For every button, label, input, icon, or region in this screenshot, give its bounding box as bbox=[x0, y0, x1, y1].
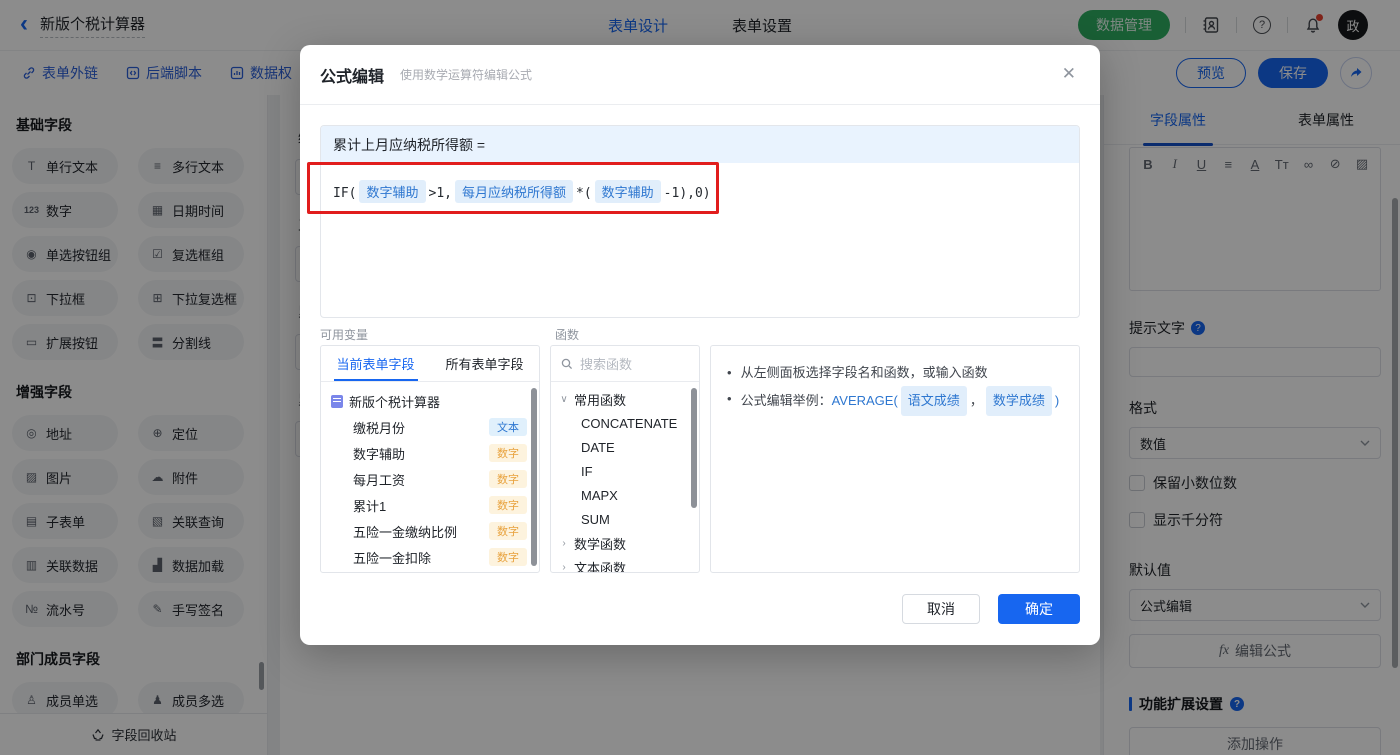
search-placeholder: 搜索函数 bbox=[580, 357, 633, 372]
chevron-collapsed-icon: › bbox=[562, 537, 566, 549]
cancel-button[interactable]: 取消 bbox=[902, 594, 980, 624]
form-tree-root[interactable]: 新版个税计算器 bbox=[321, 388, 539, 414]
close-icon[interactable]: ✕ bbox=[1062, 65, 1076, 82]
type-badge: 文本 bbox=[489, 418, 527, 436]
chevron-collapsed-icon: › bbox=[562, 561, 566, 573]
field-chip[interactable]: 数字辅助 bbox=[594, 180, 661, 203]
help-line-1: 从左侧面板选择字段名和函数，或输入函数 bbox=[740, 365, 988, 380]
function-group-text[interactable]: › 文本函数 bbox=[551, 555, 699, 573]
formula-editor[interactable]: 累计上月应纳税所得额 = IF(数字辅助 >1, 每月应纳税所得额 *(数字辅助 -1)… bbox=[320, 125, 1080, 318]
variable-row[interactable]: 每月工资 数字 bbox=[321, 466, 539, 492]
formula-editor-modal: 公式编辑 使用数学运算符编辑公式 ✕ 累计上月应纳税所得额 = IF(数字辅助 >… bbox=[300, 45, 1100, 645]
variable-row[interactable]: 缴税月份 文本 bbox=[321, 414, 539, 440]
tab-all-form-fields[interactable]: 所有表单字段 bbox=[430, 346, 539, 381]
function-group-math[interactable]: › 数学函数 bbox=[551, 531, 699, 555]
help-line-2: 公式编辑举例：AVERAGE(语文成绩，数学成绩) bbox=[741, 386, 1059, 416]
variable-row[interactable]: 五险一金缴纳比例 数字 bbox=[321, 518, 539, 544]
field-chip[interactable]: 数字辅助 bbox=[359, 180, 426, 203]
function-search[interactable]: 搜索函数 bbox=[551, 346, 699, 382]
type-badge: 数字 bbox=[489, 522, 527, 540]
example-chip: 数学成绩 bbox=[985, 386, 1052, 416]
formula-result-label: 累计上月应纳税所得额 = bbox=[321, 126, 1079, 163]
function-item[interactable]: CONCATENATE bbox=[551, 411, 699, 435]
type-badge: 数字 bbox=[489, 496, 527, 514]
example-chip: 语文成绩 bbox=[900, 386, 967, 416]
variable-row[interactable]: 累计1 数字 bbox=[321, 492, 539, 518]
functions-label: 函数 bbox=[555, 328, 580, 342]
variable-row[interactable]: 数字辅助 数字 bbox=[321, 440, 539, 466]
modal-subtitle: 使用数学运算符编辑公式 bbox=[400, 68, 533, 82]
active-tab-underline bbox=[334, 379, 418, 381]
variables-label: 可用变量 bbox=[320, 328, 369, 342]
type-badge: 数字 bbox=[489, 548, 527, 566]
chevron-expanded-icon: ∨ bbox=[560, 393, 568, 405]
function-item[interactable]: SUM bbox=[551, 507, 699, 531]
modal-title: 公式编辑 bbox=[320, 68, 385, 86]
type-badge: 数字 bbox=[489, 444, 527, 462]
functions-scrollbar[interactable] bbox=[691, 388, 697, 508]
variables-panel: 当前表单字段 所有表单字段 新版个税计算器 缴税月份 文本 数字辅助 数字 每月工资… bbox=[320, 345, 540, 573]
function-group-common[interactable]: ∨ 常用函数 bbox=[551, 387, 699, 411]
form-icon bbox=[331, 394, 343, 408]
formula-expression[interactable]: IF(数字辅助 >1, 每月应纳税所得额 *(数字辅助 -1),0) bbox=[321, 163, 1079, 220]
confirm-button[interactable]: 确定 bbox=[998, 594, 1080, 624]
function-item[interactable]: IF bbox=[551, 459, 699, 483]
variable-row[interactable]: 五险一金扣除 数字 bbox=[321, 544, 539, 570]
tab-current-form-fields[interactable]: 当前表单字段 bbox=[321, 346, 430, 381]
type-badge: 数字 bbox=[489, 470, 527, 488]
field-chip[interactable]: 每月应纳税所得额 bbox=[454, 180, 573, 203]
variables-scrollbar[interactable] bbox=[531, 388, 537, 566]
function-item[interactable]: MAPX bbox=[551, 483, 699, 507]
formula-help-panel: 从左侧面板选择字段名和函数，或输入函数 公式编辑举例：AVERAGE(语文成绩，… bbox=[710, 345, 1080, 573]
functions-panel: 搜索函数 ∨ 常用函数 CONCATENATE DATE IF MAPX SUM … bbox=[550, 345, 700, 573]
function-item[interactable]: DATE bbox=[551, 435, 699, 459]
search-icon bbox=[561, 358, 573, 369]
